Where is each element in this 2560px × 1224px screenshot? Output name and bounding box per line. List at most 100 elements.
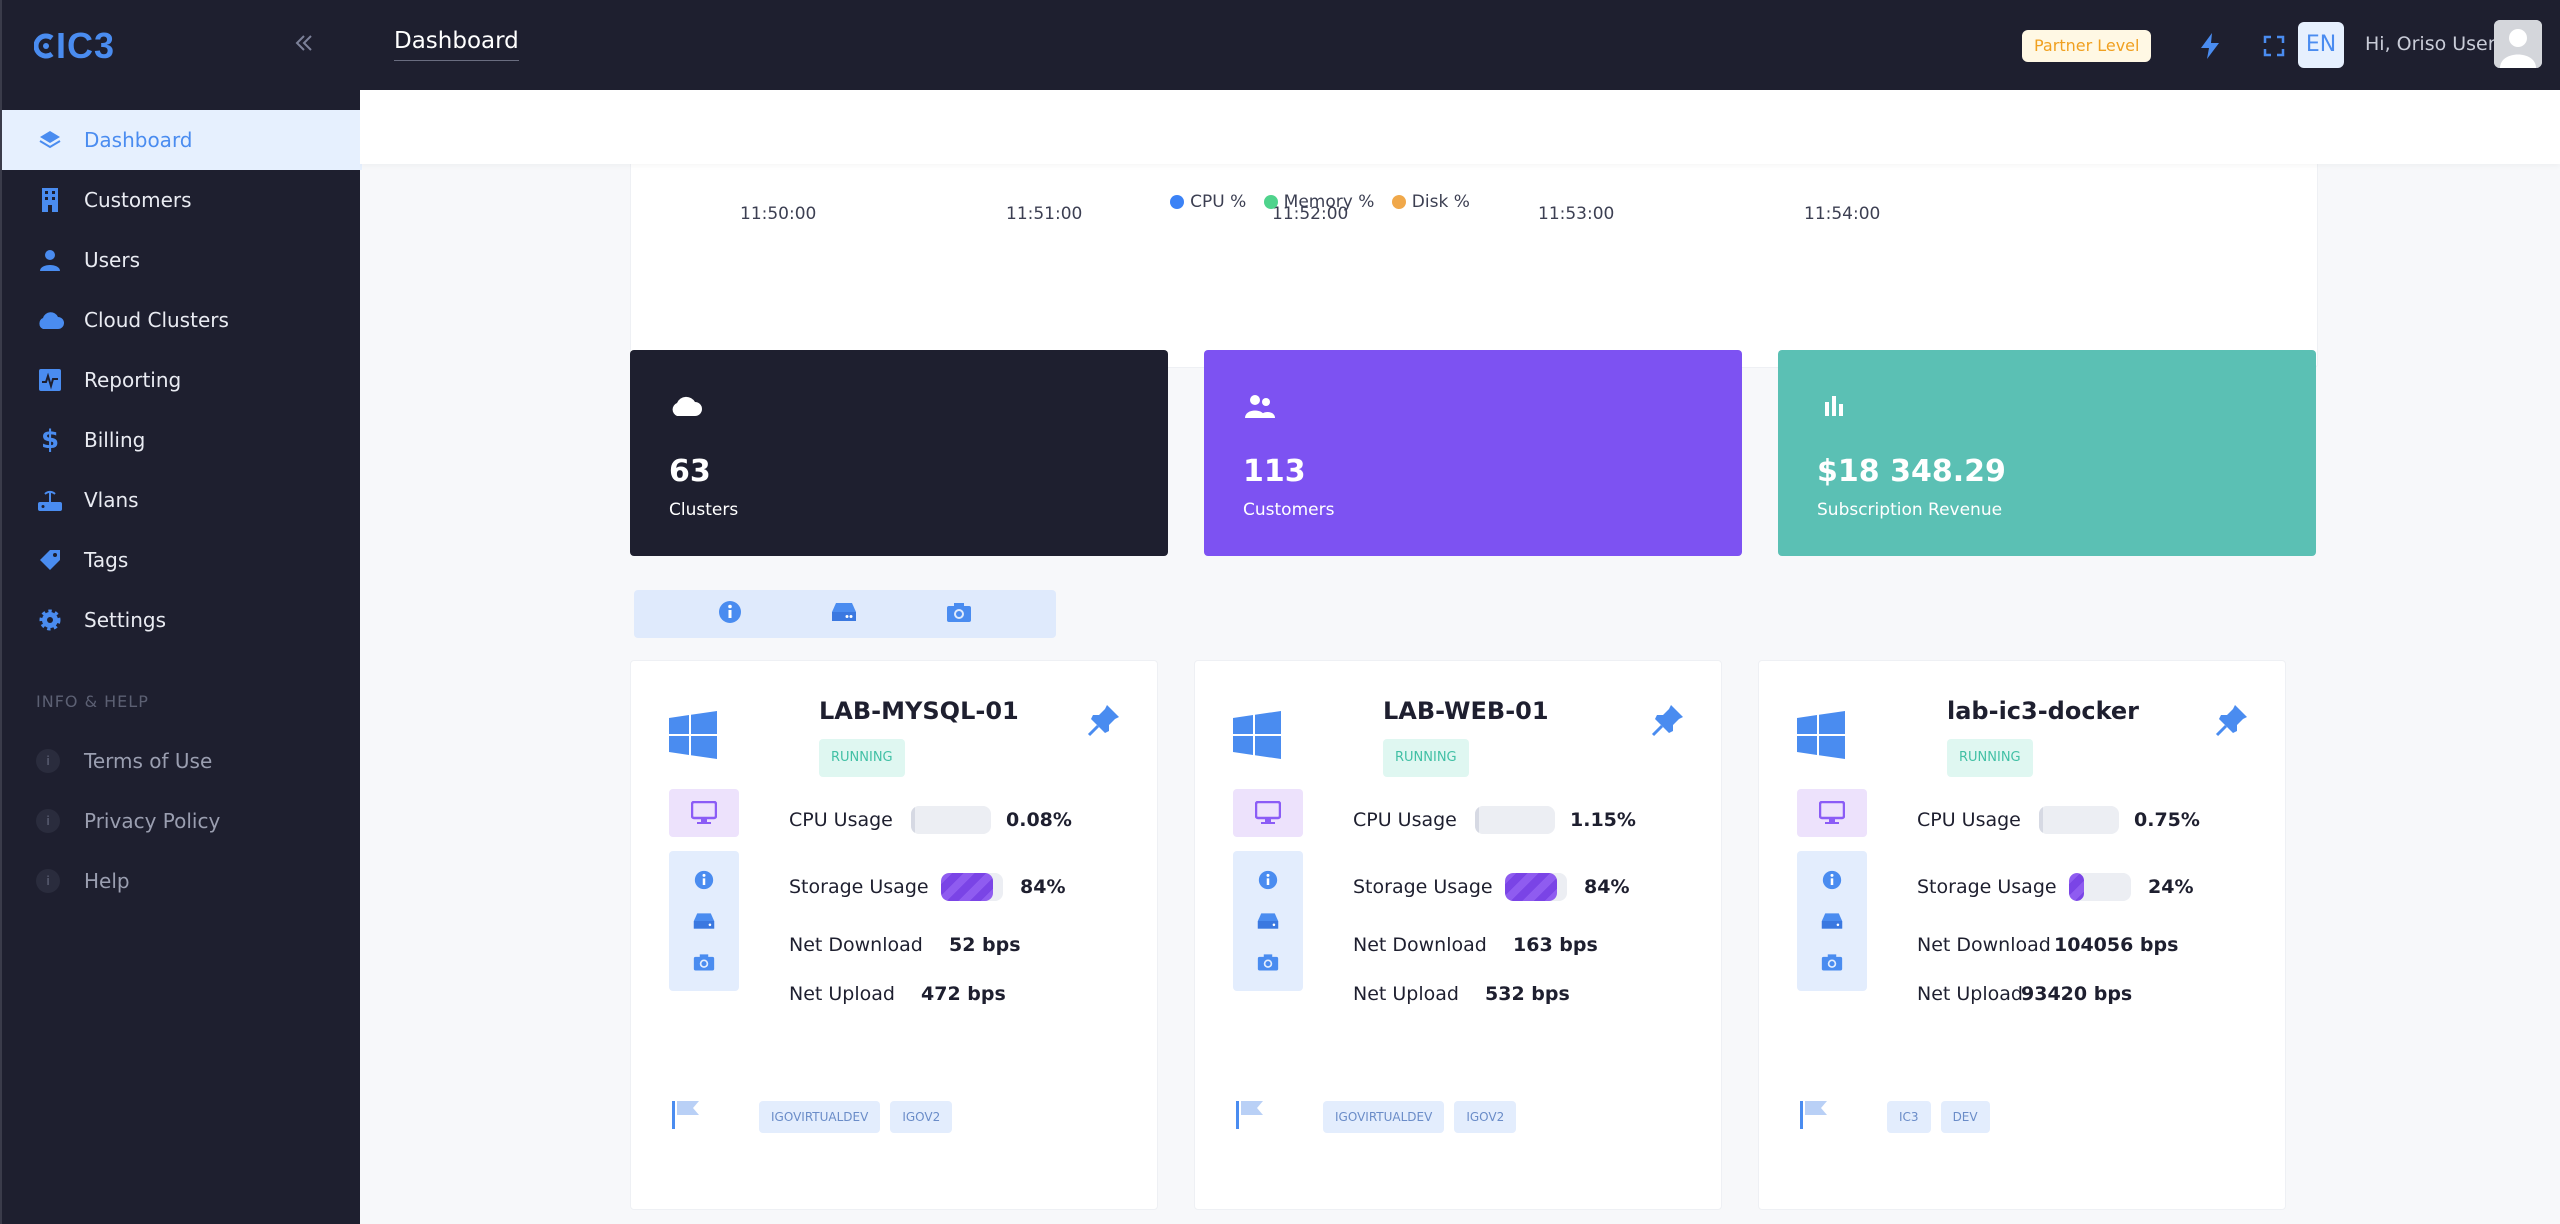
- flag-icon[interactable]: [1799, 1099, 1829, 1131]
- storage-usage-bar: [2069, 873, 2131, 901]
- net-download-label: Net Download: [1917, 934, 2051, 956]
- tag-chip[interactable]: IGOV2: [1454, 1101, 1517, 1133]
- customers-stat-card[interactable]: 113 Customers: [1204, 350, 1742, 556]
- revenue-stat-card[interactable]: $18 348.29 Subscription Revenue: [1778, 350, 2316, 556]
- net-download-value: 163 bps: [1513, 934, 1598, 956]
- terms-of-use-link[interactable]: i Terms of Use: [2, 731, 362, 791]
- pin-icon[interactable]: [1087, 703, 1121, 737]
- sidebar-item-vlans[interactable]: Vlans: [2, 470, 362, 530]
- legend-cpu[interactable]: CPU %: [1170, 192, 1246, 212]
- gear-icon: [36, 606, 64, 634]
- tag-chip[interactable]: IGOV2: [890, 1101, 953, 1133]
- fullscreen-button[interactable]: [2256, 28, 2292, 64]
- net-upload-value: 472 bps: [921, 983, 1006, 1005]
- info-icon: [719, 601, 742, 623]
- bar-chart-icon: [1825, 396, 1843, 416]
- vm-name[interactable]: LAB-WEB-01: [1383, 697, 1549, 725]
- monitor-icon: [1819, 801, 1845, 824]
- cpu-usage-bar: [2039, 806, 2119, 834]
- tag-chip[interactable]: IGOVIRTUALDEV: [759, 1101, 881, 1133]
- sub-header-bar: [360, 90, 2560, 164]
- tag-chip[interactable]: IGOVIRTUALDEV: [1323, 1101, 1445, 1133]
- sidebar-item-dashboard[interactable]: Dashboard: [2, 110, 362, 170]
- sidebar-item-billing[interactable]: $ Billing: [2, 410, 362, 470]
- help-link[interactable]: i Help: [2, 851, 362, 911]
- status-badge: RUNNING: [819, 739, 905, 777]
- info-icon: i: [36, 809, 60, 833]
- camera-icon[interactable]: [1821, 952, 1843, 972]
- console-button[interactable]: [669, 789, 739, 837]
- tab-snapshots[interactable]: [946, 601, 972, 627]
- sidebar-item-cloud-clusters[interactable]: Cloud Clusters: [2, 290, 362, 350]
- console-button[interactable]: [1797, 789, 1867, 837]
- logo-icon: [34, 33, 54, 59]
- console-button[interactable]: [1233, 789, 1303, 837]
- stat-label: Customers: [1243, 500, 1335, 520]
- camera-icon[interactable]: [1257, 952, 1279, 972]
- legend-label: Disk %: [1411, 192, 1470, 212]
- pin-icon[interactable]: [2215, 703, 2249, 737]
- lightning-icon: [2201, 33, 2219, 59]
- cpu-usage-fill: [1475, 806, 1479, 834]
- lightning-button[interactable]: [2192, 28, 2228, 64]
- legend-memory[interactable]: Memory %: [1263, 192, 1375, 212]
- info-icon[interactable]: [1822, 870, 1842, 890]
- vm-card[interactable]: LAB-WEB-01 RUNNING CPU Usage 1.15% Stora…: [1194, 660, 1722, 1210]
- hard-drive-icon[interactable]: [1257, 912, 1279, 930]
- hard-drive-icon[interactable]: [1821, 912, 1843, 930]
- chart-icon: [36, 366, 64, 394]
- vm-card[interactable]: LAB-MYSQL-01 RUNNING CPU Usage 0.08% Sto…: [630, 660, 1158, 1210]
- storage-usage-value: 84%: [1584, 876, 1630, 898]
- clusters-stat-card[interactable]: 63 Clusters: [630, 350, 1168, 556]
- hard-drive-icon[interactable]: [693, 912, 715, 930]
- legend-label: CPU %: [1190, 192, 1247, 212]
- info-icon[interactable]: [694, 870, 714, 890]
- storage-usage-fill: [1505, 873, 1558, 901]
- collapse-sidebar-button[interactable]: [286, 28, 322, 64]
- tag-chip[interactable]: DEV: [1940, 1101, 1990, 1133]
- language-selector[interactable]: EN: [2298, 22, 2344, 68]
- camera-icon[interactable]: [693, 952, 715, 972]
- vm-name[interactable]: lab-ic3-docker: [1947, 697, 2139, 725]
- net-upload-label: Net Upload: [1917, 983, 2023, 1005]
- sidebar-item-settings[interactable]: Settings: [2, 590, 362, 650]
- cpu-usage-label: CPU Usage: [789, 809, 893, 831]
- view-tabs: [634, 590, 1056, 638]
- avatar[interactable]: [2494, 20, 2542, 68]
- sidebar-nav: Dashboard Customers Users Cloud Clusters…: [2, 110, 362, 650]
- flag-icon[interactable]: [671, 1099, 701, 1131]
- cpu-usage-fill: [2039, 806, 2043, 834]
- storage-usage-label: Storage Usage: [789, 876, 929, 898]
- info-icon[interactable]: [1258, 870, 1278, 890]
- cpu-usage-value: 0.08%: [1006, 809, 1072, 831]
- tag-chip[interactable]: IC3: [1887, 1101, 1931, 1133]
- vm-name[interactable]: LAB-MYSQL-01: [819, 697, 1019, 725]
- stat-label: Clusters: [669, 500, 739, 520]
- sidebar-item-customers[interactable]: Customers: [2, 170, 362, 230]
- usage-chart-card: [630, 130, 2318, 368]
- net-upload-label: Net Upload: [1353, 983, 1459, 1005]
- sidebar-item-label: Reporting: [84, 368, 182, 392]
- vm-actions: [1233, 851, 1303, 991]
- legend-disk[interactable]: Disk %: [1391, 192, 1470, 212]
- storage-usage-bar: [941, 873, 1003, 901]
- legend-dot: [1263, 195, 1278, 209]
- flag-icon[interactable]: [1235, 1099, 1265, 1131]
- legend-label: Memory %: [1283, 192, 1375, 212]
- privacy-policy-link[interactable]: i Privacy Policy: [2, 791, 362, 851]
- storage-usage-fill: [941, 873, 994, 901]
- sidebar-item-users[interactable]: Users: [2, 230, 362, 290]
- sidebar-item-reporting[interactable]: Reporting: [2, 350, 362, 410]
- users-icon: [1245, 395, 1275, 418]
- pin-icon[interactable]: [1651, 703, 1685, 737]
- partner-level-badge[interactable]: Partner Level: [2022, 30, 2152, 62]
- sidebar-item-tags[interactable]: Tags: [2, 530, 362, 590]
- sidebar-item-label: Users: [84, 248, 141, 272]
- app-logo[interactable]: IC3: [34, 25, 115, 66]
- tab-storage[interactable]: [831, 602, 857, 626]
- sidebar-item-label: Billing: [84, 428, 146, 452]
- vm-card[interactable]: lab-ic3-docker RUNNING CPU Usage 0.75% S…: [1758, 660, 2286, 1210]
- user-greeting[interactable]: Hi, Oriso User: [2365, 33, 2496, 55]
- tab-info[interactable]: [718, 600, 742, 628]
- windows-icon: [1233, 711, 1281, 759]
